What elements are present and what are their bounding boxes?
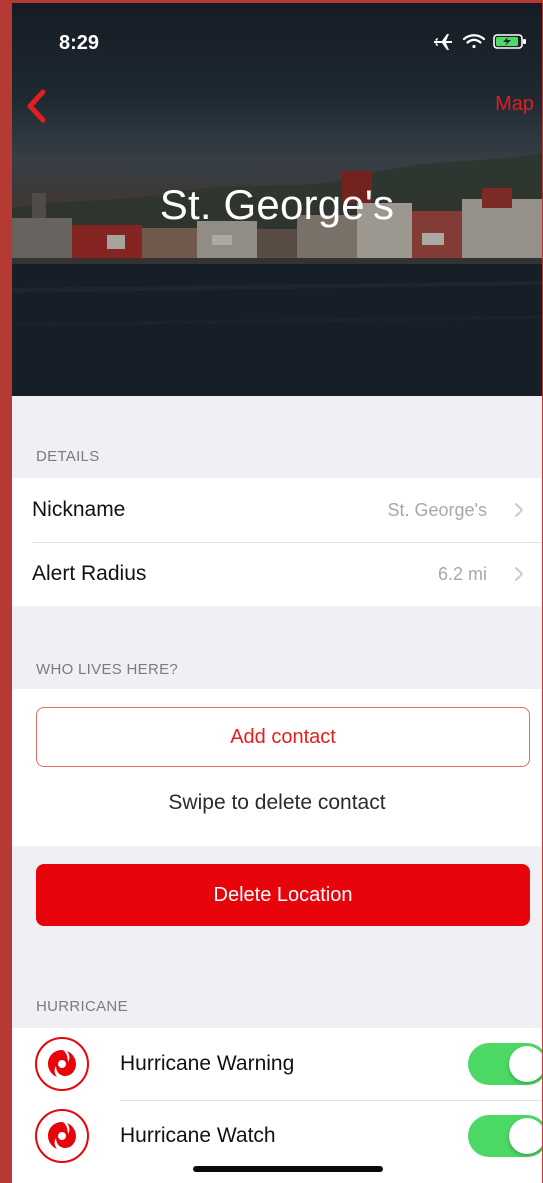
swipe-hint-text: Swipe to delete contact xyxy=(168,791,386,814)
contacts-group: Add contact Swipe to delete contact xyxy=(12,689,542,846)
airplane-icon xyxy=(434,34,452,50)
delete-location-button[interactable]: Delete Location xyxy=(36,864,530,926)
battery-charging-icon xyxy=(493,34,526,49)
chevron-right-icon xyxy=(515,503,523,517)
nickname-label: Nickname xyxy=(32,498,126,521)
toggle-knob xyxy=(509,1118,542,1154)
hurricane-watch-label: Hurricane Watch xyxy=(120,1124,276,1147)
hurricane-warning-label: Hurricane Warning xyxy=(120,1052,295,1075)
alert-radius-value: 6.2 mi xyxy=(437,563,487,584)
contacts-section-header: WHO LIVES HERE? xyxy=(36,661,179,678)
wifi-icon xyxy=(462,34,486,49)
nickname-row[interactable]: Nickname St. George's xyxy=(12,478,542,542)
status-icons xyxy=(434,34,526,50)
hurricane-warning-toggle[interactable] xyxy=(468,1043,542,1085)
hurricane-watch-toggle[interactable] xyxy=(468,1115,542,1157)
phone-screen: 8:29 Map St. George's DETAILS Nickname S… xyxy=(12,3,542,1183)
hurricane-icon xyxy=(35,1109,89,1163)
hurricane-warning-row: Hurricane Warning xyxy=(12,1028,542,1100)
status-time: 8:29 xyxy=(59,32,100,54)
chevron-right-icon xyxy=(515,567,523,581)
location-hero: 8:29 Map St. George's xyxy=(12,3,542,396)
home-indicator[interactable] xyxy=(193,1166,383,1172)
hurricane-group: Hurricane Warning Hurricane Watch xyxy=(12,1028,542,1183)
details-section-header: DETAILS xyxy=(36,448,100,465)
alert-radius-label: Alert Radius xyxy=(32,562,147,585)
nickname-value: St. George's xyxy=(387,499,487,520)
back-button[interactable] xyxy=(24,88,50,124)
map-button[interactable]: Map xyxy=(495,93,534,116)
alert-radius-row[interactable]: Alert Radius 6.2 mi xyxy=(12,542,542,606)
hurricane-icon xyxy=(35,1037,89,1091)
details-group: Nickname St. George's Alert Radius 6.2 m… xyxy=(12,478,542,606)
add-contact-button[interactable]: Add contact xyxy=(36,707,530,767)
hurricane-watch-row: Hurricane Watch xyxy=(12,1100,542,1172)
toggle-knob xyxy=(509,1046,542,1082)
hurricane-section-header: HURRICANE xyxy=(36,998,128,1015)
location-title: St. George's xyxy=(159,181,395,228)
